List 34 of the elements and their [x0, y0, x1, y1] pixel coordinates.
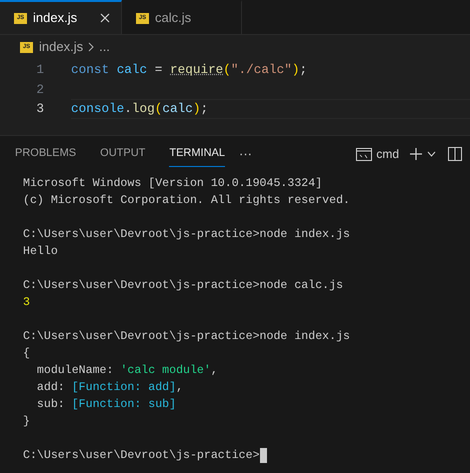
- terminal-profile[interactable]: cmd: [376, 145, 399, 163]
- close-icon[interactable]: [99, 12, 111, 24]
- tab-label: calc.js: [155, 9, 192, 28]
- more-button[interactable]: ···: [239, 144, 252, 164]
- terminal-line: Microsoft Windows [Version 10.0.19045.3324]: [23, 176, 322, 192]
- add-icon[interactable]: [409, 147, 423, 161]
- terminal-line: {: [23, 346, 30, 362]
- terminal-line: (c) Microsoft Corporation. All rights reserved.: [23, 193, 350, 209]
- chevron-icon: [87, 42, 96, 52]
- text-cursor: [260, 448, 267, 463]
- terminal-line: add: [Function: add],: [36, 380, 184, 396]
- terminal-line: }: [23, 414, 30, 430]
- tab-label: index.js: [33, 9, 78, 28]
- breadcrumb-item[interactable]: ...: [99, 37, 110, 57]
- breadcrumb-item[interactable]: index.js: [39, 37, 84, 57]
- code-line: const calc = require("./calc");: [71, 61, 308, 80]
- terminal-line: 3: [23, 295, 30, 311]
- code-line: console.log(calc);: [71, 100, 208, 118]
- line-number: 3: [35, 100, 44, 118]
- line-number: 2: [35, 80, 44, 99]
- line-number: 1: [35, 61, 44, 80]
- terminal-icon: [356, 148, 372, 160]
- terminal-line: Hello: [23, 244, 58, 260]
- panel-tab[interactable]: PROBLEMS: [15, 141, 76, 167]
- terminal-line: C:\Users\user\Devroot\js-practice>node index.js: [23, 329, 350, 345]
- terminal-line: sub: [Function: sub]: [36, 397, 176, 413]
- terminal-line: moduleName: 'calc module',: [36, 363, 218, 379]
- terminal-line: C:\Users\user\Devroot\js-practice>: [23, 448, 260, 464]
- terminal-line: C:\Users\user\Devroot\js-practice>node calc.js: [23, 278, 344, 294]
- panel-tab[interactable]: TERMINAL: [169, 141, 225, 167]
- terminal-line: C:\Users\user\Devroot\js-practice>node index.js: [23, 227, 350, 243]
- panel-tab[interactable]: OUTPUT: [100, 141, 146, 167]
- split-icon[interactable]: [448, 147, 462, 161]
- chevron-down-icon[interactable]: [427, 151, 436, 157]
